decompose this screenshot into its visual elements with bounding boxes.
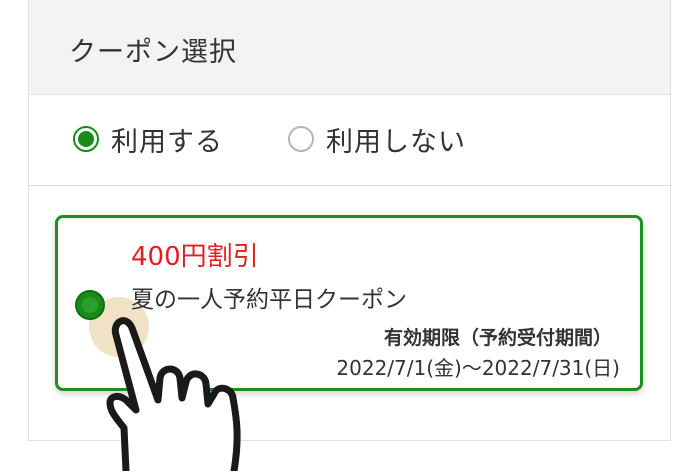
pointing-hand-icon bbox=[106, 317, 241, 471]
validity-label: 有効期限（予約受付期間） bbox=[383, 327, 612, 349]
radio-selected-icon[interactable] bbox=[73, 126, 99, 152]
use-coupon-option[interactable]: 利用する bbox=[73, 122, 223, 158]
page-title: クーポン選択 bbox=[69, 37, 237, 68]
usage-radio-group: 利用する 利用しない bbox=[29, 95, 670, 186]
no-use-coupon-label: 利用しない bbox=[326, 126, 466, 158]
coupon-discount: 400円割引 bbox=[131, 242, 259, 272]
radio-unselected-icon[interactable] bbox=[288, 126, 314, 152]
validity-dates: 2022/7/1(金)～2022/7/31(日) bbox=[336, 356, 620, 380]
no-use-coupon-option[interactable]: 利用しない bbox=[288, 122, 466, 158]
coupon-header: クーポン選択 bbox=[29, 0, 670, 95]
use-coupon-label: 利用する bbox=[111, 126, 223, 158]
